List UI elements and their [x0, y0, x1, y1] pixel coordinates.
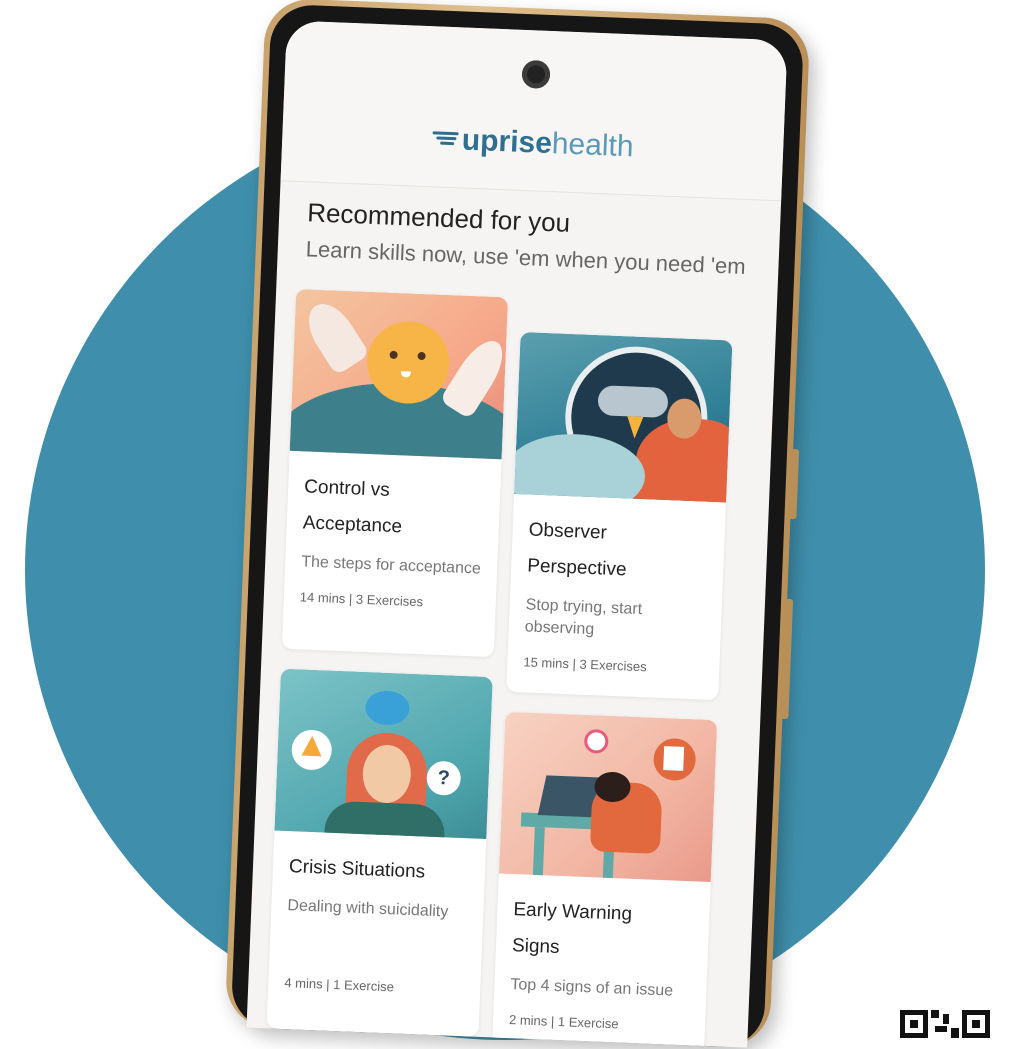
app-header: uprisehealth: [280, 20, 788, 202]
qr-code: [900, 1008, 998, 1038]
course-card-crisis-situations[interactable]: ? Crisis Situations Dealing with suicida…: [266, 668, 493, 1037]
logo-text-light: health: [551, 127, 635, 164]
sun-character-illustration: [289, 288, 509, 460]
course-grid: Control vs Acceptance The steps for acce…: [266, 288, 757, 1048]
exhausted-desk-illustration: [498, 711, 718, 883]
card-description: Dealing with suicidality: [287, 897, 449, 921]
front-camera: [520, 59, 551, 89]
course-card-control-vs-acceptance[interactable]: Control vs Acceptance The steps for acce…: [281, 288, 509, 658]
uprise-wing-icon: [432, 131, 459, 146]
course-card-observer-perspective[interactable]: Observer Perspective Stop trying, start …: [506, 331, 733, 701]
card-duration: 2 mins | 1 Exercise: [508, 1012, 619, 1032]
logo-text-bold: uprise: [461, 123, 553, 161]
phone-frame: uprisehealth Recommended for you Learn s…: [224, 0, 811, 1049]
app-screen: uprisehealth Recommended for you Learn s…: [246, 20, 788, 1048]
card-title-line2: Signs: [511, 935, 560, 959]
card-description: Stop trying, start observing: [524, 596, 643, 639]
card-duration: 14 mins | 3 Exercises: [299, 589, 424, 610]
course-card-early-warning-signs[interactable]: Early Warning Signs Top 4 signs of an is…: [490, 711, 718, 1048]
worried-woman-illustration: ?: [274, 668, 493, 840]
card-title-line2: Acceptance: [302, 512, 403, 538]
card-duration: 15 mins | 3 Exercises: [523, 654, 647, 675]
card-duration: 4 mins | 1 Exercise: [284, 975, 395, 995]
card-description: The steps for acceptance: [300, 553, 482, 578]
recommended-section: Recommended for you Learn skills now, us…: [277, 196, 780, 281]
card-title: Crisis Situations: [288, 856, 426, 883]
card-description: Top 4 signs of an issue: [510, 976, 674, 1000]
storm-cloud-illustration: [514, 331, 733, 503]
card-title-line2: Perspective: [526, 555, 627, 581]
app-logo: uprisehealth: [282, 116, 784, 170]
phone-bezel: uprisehealth Recommended for you Learn s…: [230, 3, 805, 1049]
